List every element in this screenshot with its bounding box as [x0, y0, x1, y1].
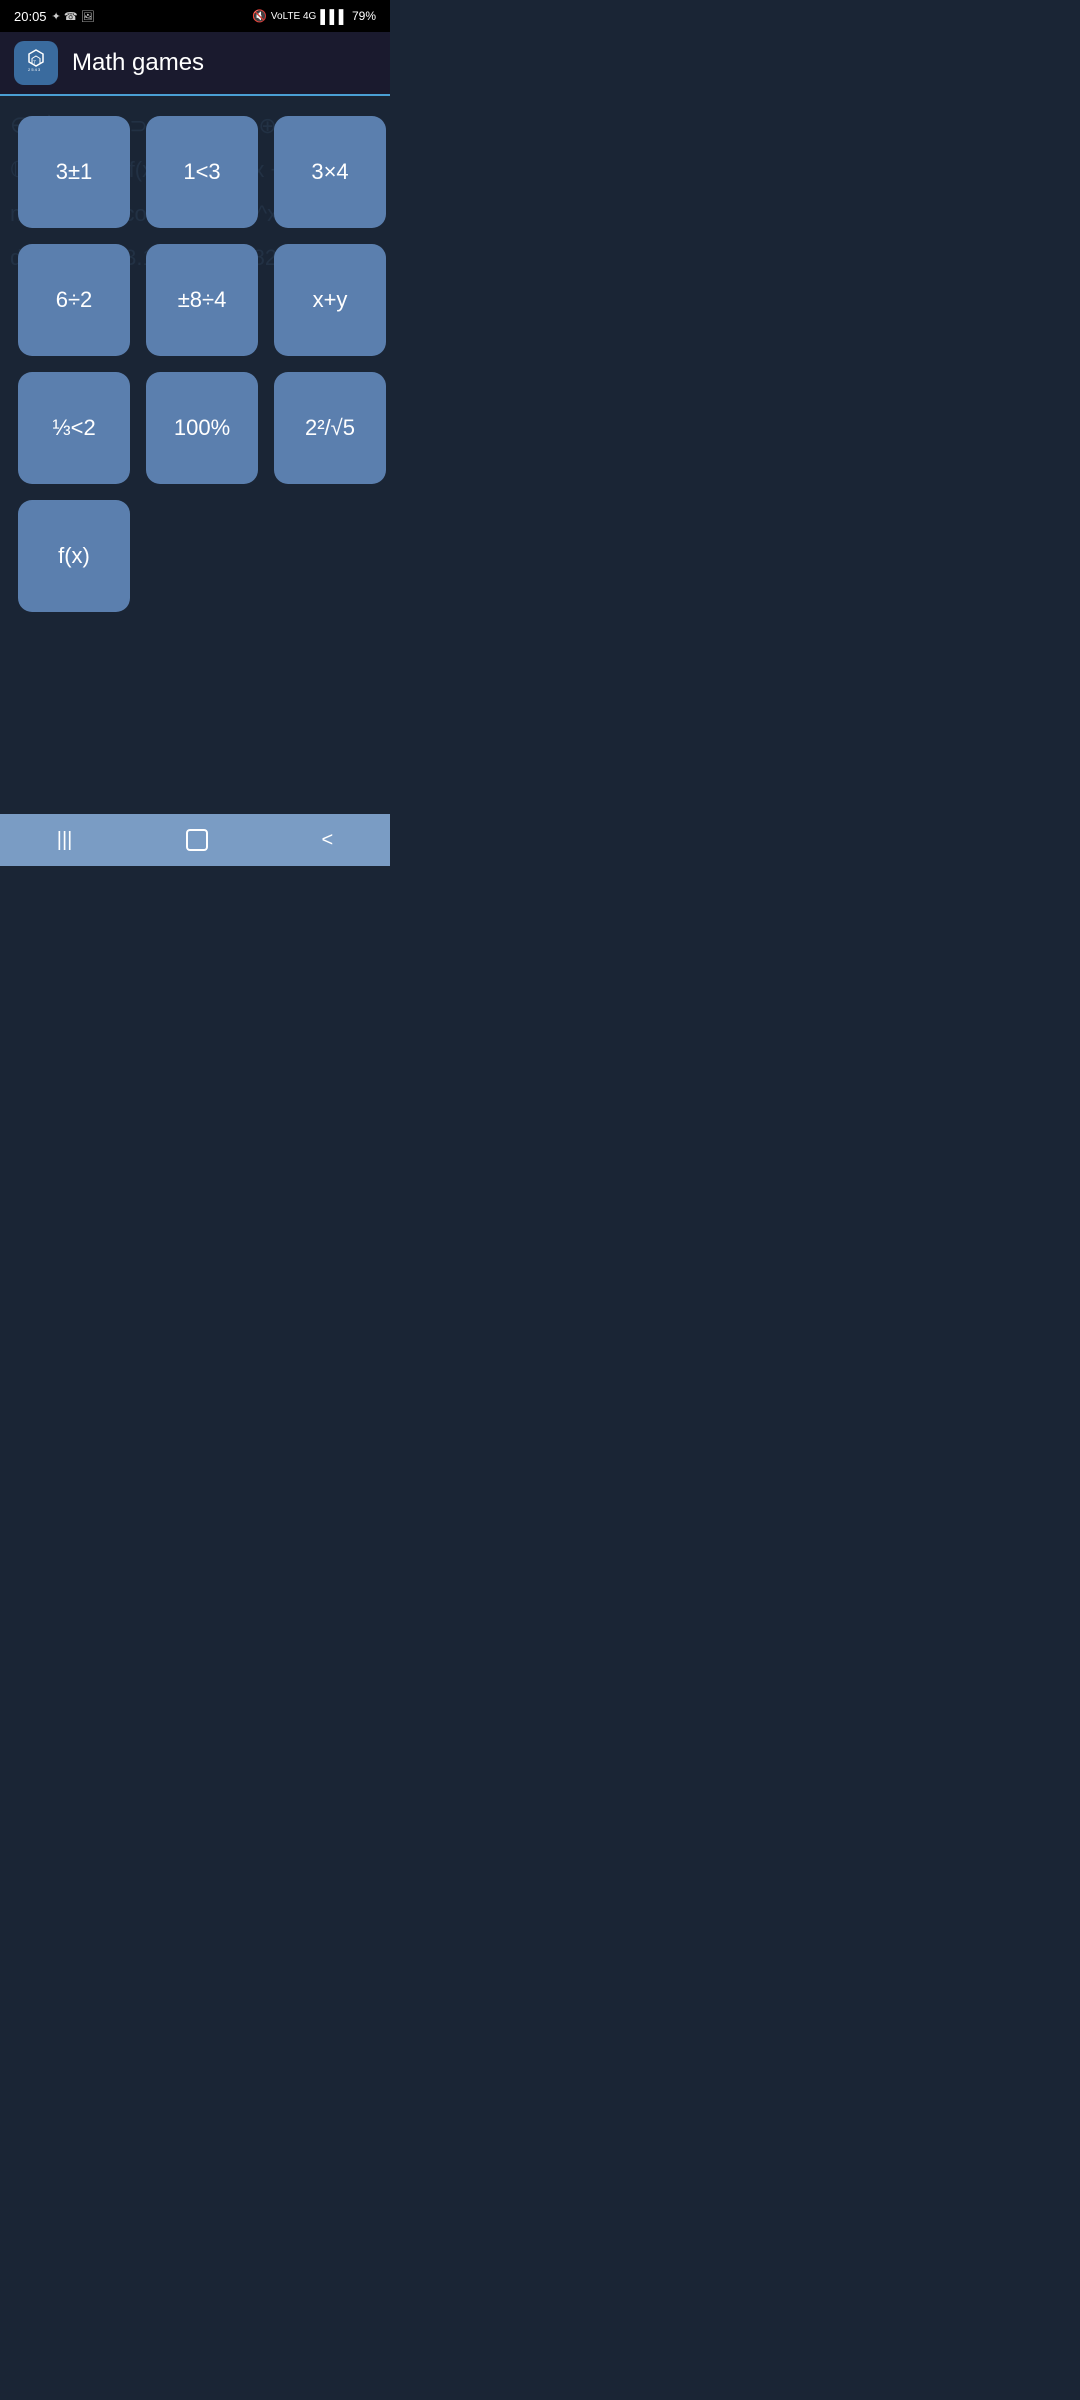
home-icon	[186, 829, 208, 851]
card-plusminus-divide[interactable]: ±8÷4	[146, 244, 258, 356]
card-row-2: 6÷2 ±8÷4 x+y	[18, 244, 372, 356]
app-bar: 7 2 5 4 3 Math games	[0, 32, 390, 96]
status-time: 20:05 ✦ ☎ 🖼	[14, 9, 95, 24]
card-lessthan-label: 1<3	[183, 159, 220, 185]
card-plusminus-divide-label: ±8÷4	[178, 287, 227, 313]
card-percent[interactable]: 100%	[146, 372, 258, 484]
card-function-label: f(x)	[58, 543, 90, 569]
card-divide-label: 6÷2	[56, 287, 93, 313]
card-row-4: f(x)	[18, 500, 372, 612]
card-fraction-label: ⅓<2	[52, 415, 95, 441]
card-plusminus[interactable]: 3±1	[18, 116, 130, 228]
card-row-3: ⅓<2 100% 2²/√5	[18, 372, 372, 484]
card-row-1: 3±1 1<3 3×4	[18, 116, 372, 228]
nav-bar: ||| <	[0, 814, 390, 866]
app-title: Math games	[72, 49, 204, 77]
card-divide[interactable]: 6÷2	[18, 244, 130, 356]
card-fraction[interactable]: ⅓<2	[18, 372, 130, 484]
card-xy[interactable]: x+y	[274, 244, 386, 356]
svg-text:2 5 4 3: 2 5 4 3	[28, 67, 41, 72]
back-button[interactable]: <	[302, 823, 354, 858]
card-multiply[interactable]: 3×4	[274, 116, 386, 228]
recent-apps-button[interactable]: |||	[37, 823, 93, 858]
main-content: 3±1 1<3 3×4 6÷2 ±8÷4 x+y ⅓<2 100% 2²/√5	[0, 96, 390, 814]
card-percent-label: 100%	[174, 415, 230, 441]
mute-icon: 🔇	[252, 9, 267, 23]
card-function[interactable]: f(x)	[18, 500, 130, 612]
status-icons-left: ✦ ☎ 🖼	[52, 10, 95, 23]
card-power-sqrt[interactable]: 2²/√5	[274, 372, 386, 484]
card-multiply-label: 3×4	[311, 159, 348, 185]
signal-icon: ▌▌▌	[320, 9, 348, 24]
status-right-icons: 🔇 VoLTE 4G ▌▌▌ 79%	[252, 9, 376, 24]
network-label: VoLTE 4G	[271, 11, 316, 22]
card-power-sqrt-label: 2²/√5	[305, 415, 355, 441]
home-button[interactable]	[166, 823, 228, 857]
status-bar: 20:05 ✦ ☎ 🖼 🔇 VoLTE 4G ▌▌▌ 79%	[0, 0, 390, 32]
card-xy-label: x+y	[313, 287, 348, 313]
card-plusminus-label: 3±1	[56, 159, 93, 185]
recent-apps-icon: |||	[57, 829, 73, 852]
battery-display: 79%	[352, 9, 376, 23]
back-icon: <	[322, 829, 334, 852]
time-display: 20:05	[14, 9, 47, 24]
app-icon: 7 2 5 4 3	[14, 41, 58, 85]
card-lessthan[interactable]: 1<3	[146, 116, 258, 228]
svg-text:7: 7	[33, 60, 36, 66]
